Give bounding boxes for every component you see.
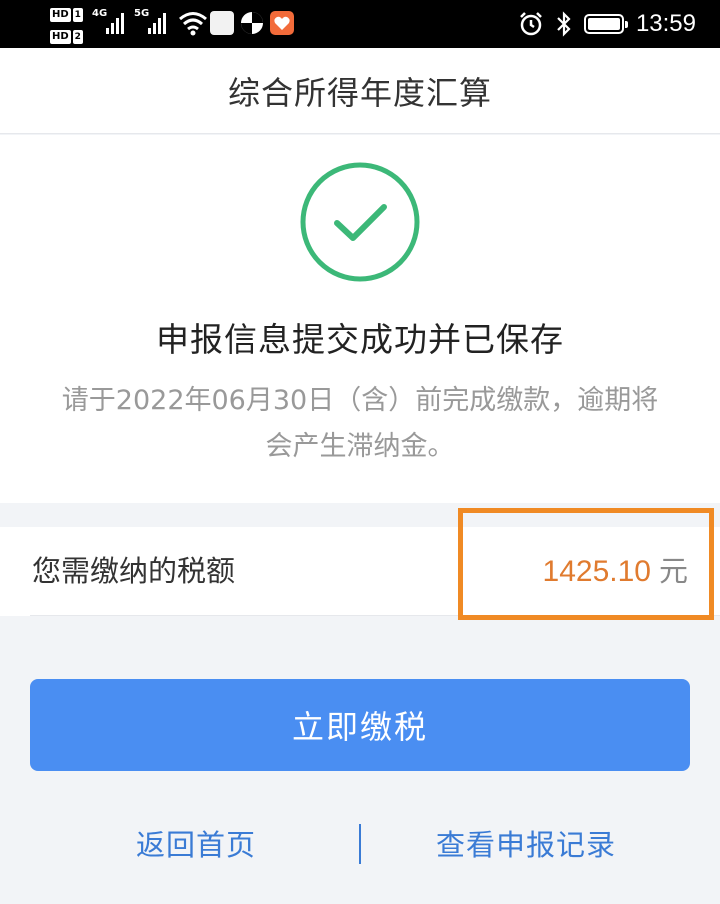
bluetooth-icon xyxy=(557,11,571,37)
pay-tax-button[interactable]: 立即缴税 xyxy=(30,679,690,771)
hd-badge-2: HD xyxy=(50,30,71,44)
result-description: 请于2022年06月30日（含）前完成缴款，逾期将会产生滞纳金。 xyxy=(61,385,659,462)
clock: 13:59 xyxy=(635,10,696,37)
sim-1-label: 1 xyxy=(72,8,83,22)
status-right: 13:59 xyxy=(518,0,696,48)
signal-icon-1: 4G xyxy=(92,8,124,34)
highlight-box xyxy=(458,508,714,620)
app-notification-icon xyxy=(210,11,234,35)
result-card: 申报信息提交成功并已保存 请于2022年06月30日（含）前完成缴款，逾期将会产… xyxy=(0,135,720,503)
return-home-link[interactable]: 返回首页 xyxy=(136,822,256,864)
network-type-2: 5G xyxy=(134,8,150,19)
hd-badge-1: HD xyxy=(50,8,71,22)
result-title: 申报信息提交成功并已保存 xyxy=(156,320,564,359)
view-records-link[interactable]: 查看申报记录 xyxy=(436,822,616,864)
tax-label: 您需缴纳的税额 xyxy=(32,554,236,588)
status-bar: HD 1 HD 2 4G 5G 13:59 xyxy=(0,0,720,48)
nav-bar: 综合所得年度汇算 xyxy=(0,48,720,134)
page-title: 综合所得年度汇算 xyxy=(227,73,492,112)
health-notification-icon xyxy=(270,11,294,35)
alarm-icon xyxy=(520,12,542,36)
sim-indicators: HD 1 HD 2 xyxy=(50,6,84,50)
wifi-icon xyxy=(179,12,207,36)
success-check-icon xyxy=(300,162,420,282)
network-type-1: 4G xyxy=(92,8,108,19)
signal-icon-2: 5G xyxy=(134,8,166,34)
battery-icon xyxy=(583,14,628,34)
browser-notification-icon xyxy=(241,12,263,34)
link-divider xyxy=(359,824,361,864)
sim-2-label: 2 xyxy=(72,30,83,44)
